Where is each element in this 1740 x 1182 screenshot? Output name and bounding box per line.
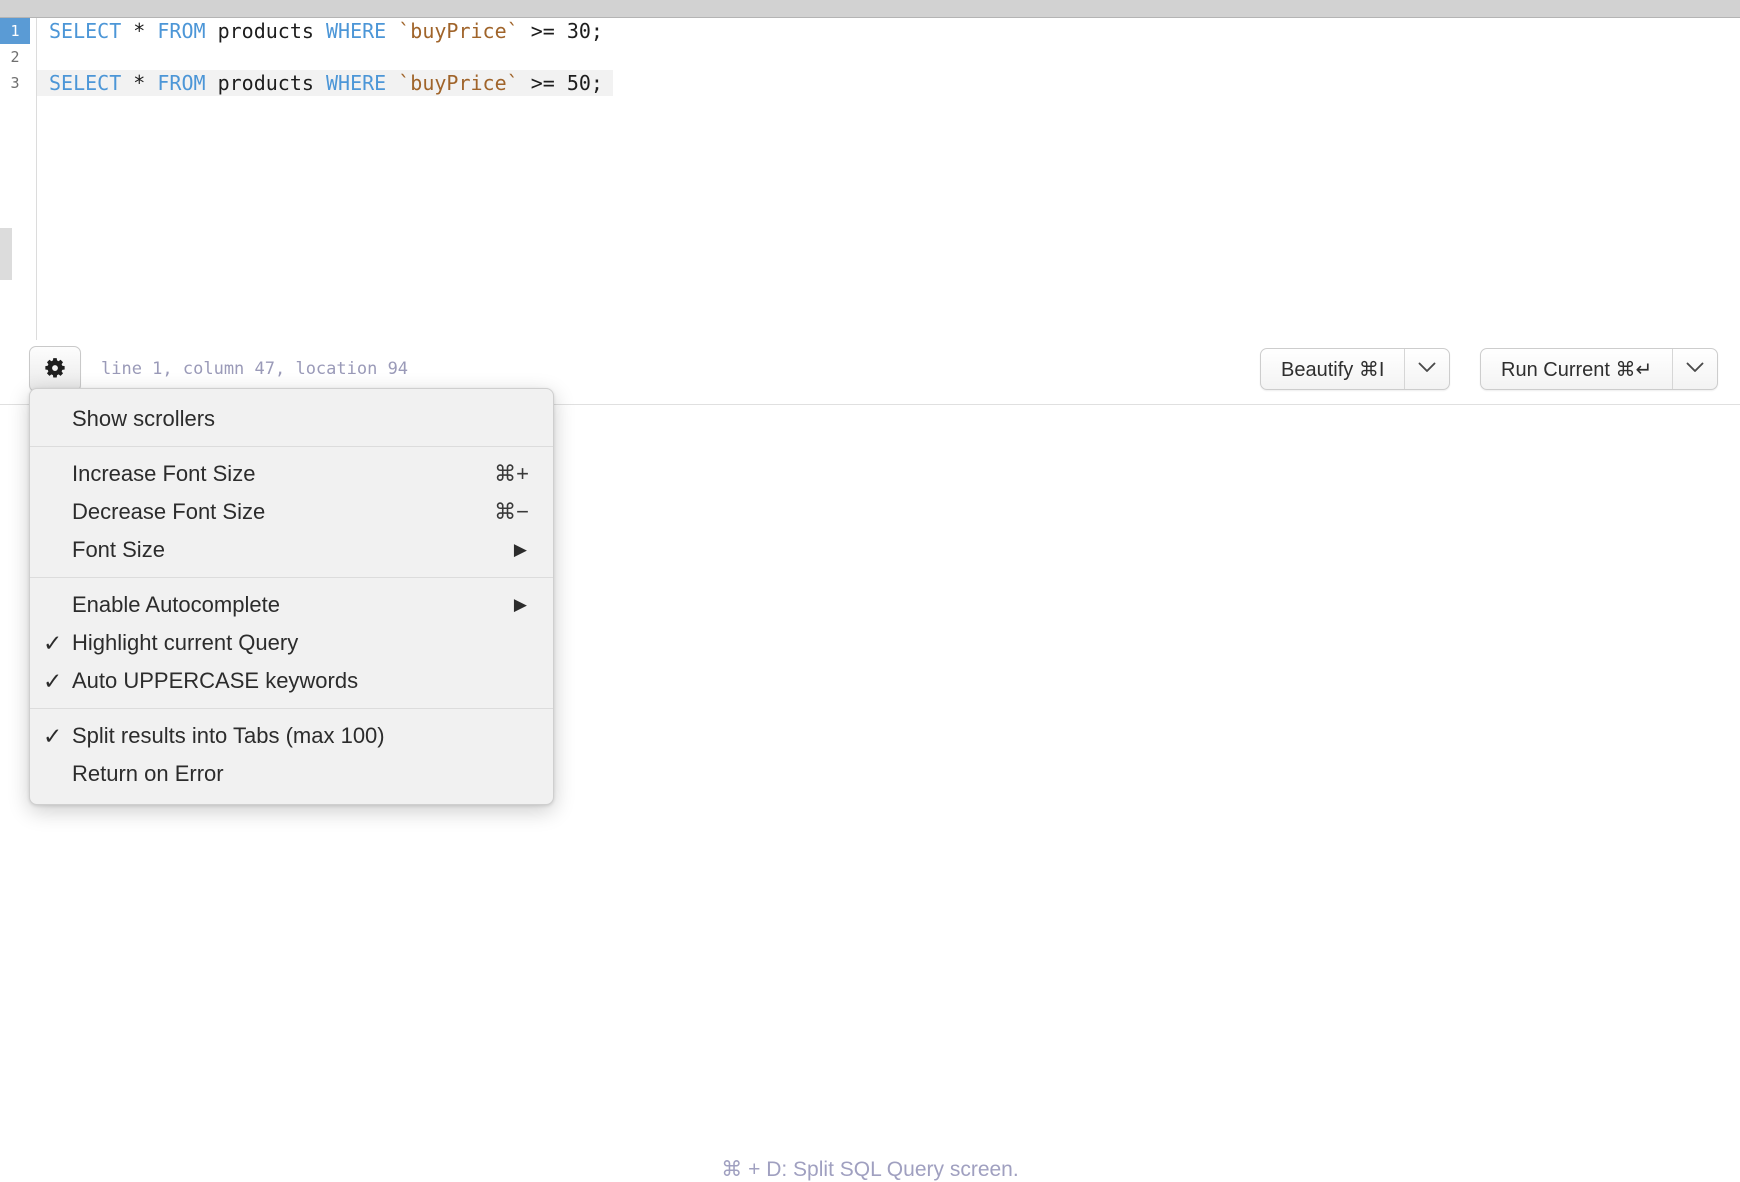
menu-group: ✓ Split results into Tabs (max 100) Return… [30, 714, 553, 796]
sql-token-num: 30; [566, 19, 603, 43]
split-screen-hint: ⌘ + D: Split SQL Query screen. [721, 1158, 1019, 1181]
checkmark-icon: ✓ [43, 630, 63, 656]
run-current-split-button[interactable]: Run Current ⌘↵ [1480, 348, 1719, 390]
menu-item-label: Font Size [72, 537, 165, 562]
menu-item-label: Show scrollers [72, 406, 216, 431]
sql-token-op: >= [518, 71, 567, 95]
line-number: 2 [10, 48, 20, 66]
sql-token-kw: SELECT [49, 19, 122, 43]
sql-token-op [121, 71, 133, 95]
settings-gear-button[interactable] [29, 346, 81, 392]
editor-split-handle[interactable] [0, 228, 12, 280]
menu-item-label: Decrease Font Size [72, 499, 266, 524]
gear-icon [42, 356, 68, 382]
sql-token-op: >= [518, 19, 567, 43]
line-number-gutter: 1 2 3 [0, 18, 37, 340]
code-line[interactable] [37, 44, 49, 70]
menu-item-label: Return on Error [72, 761, 224, 786]
menu-item[interactable]: Increase Font Size ⌘+ [30, 455, 553, 493]
sql-token-op [121, 19, 133, 43]
menu-item[interactable]: ✓ Highlight current Query [30, 624, 553, 662]
sql-token-num: 50; [566, 71, 603, 95]
menu-separator [30, 446, 553, 447]
menu-group: Enable Autocomplete ▶ ✓ Highlight current Q… [30, 583, 553, 703]
code-line[interactable]: SELECT * FROM products WHERE `buyPrice` … [37, 18, 603, 44]
chevron-down-icon [1418, 360, 1436, 378]
menu-item-shortcut: ⌘− [494, 499, 529, 524]
menu-item[interactable]: Font Size ▶ [30, 531, 553, 569]
checkmark-icon: ✓ [43, 723, 63, 749]
chevron-down-icon [1686, 360, 1704, 378]
sql-token-op: products [205, 19, 326, 43]
sql-token-kw: SELECT [49, 71, 122, 95]
sql-token-op [386, 71, 398, 95]
sql-token-kw: WHERE [325, 71, 387, 95]
sql-token-kw: WHERE [325, 19, 387, 43]
menu-item[interactable]: ✓ Auto UPPERCASE keywords [30, 662, 553, 700]
line-number: 1 [0, 18, 30, 44]
menu-item[interactable]: Decrease Font Size ⌘− [30, 493, 553, 531]
menu-item-label: Highlight current Query [72, 630, 299, 655]
run-current-button[interactable]: Run Current ⌘↵ [1481, 349, 1672, 389]
line-number: 3 [10, 74, 20, 92]
menu-item[interactable]: ✓ Split results into Tabs (max 100) [30, 717, 553, 755]
sql-token-op [386, 19, 398, 43]
beautify-split-button[interactable]: Beautify ⌘I [1260, 348, 1451, 390]
beautify-button[interactable]: Beautify ⌘I [1261, 349, 1404, 389]
sql-token-kw: FROM [157, 71, 206, 95]
code-line[interactable]: SELECT * FROM products WHERE `buyPrice` … [37, 70, 613, 96]
submenu-arrow-icon: ▶ [513, 540, 527, 559]
menu-separator [30, 577, 553, 578]
menu-group: Increase Font Size ⌘+ Decrease Font Size ⌘−… [30, 452, 553, 572]
menu-item[interactable]: Return on Error [30, 755, 553, 793]
menu-group: Show scrollers [30, 397, 553, 441]
menu-separator [30, 708, 553, 709]
code-lines[interactable]: SELECT * FROM products WHERE `buyPrice` … [37, 18, 1740, 340]
sql-token-ident: `buyPrice` [398, 71, 519, 95]
sql-token-ident: `buyPrice` [398, 19, 519, 43]
menu-item-label: Enable Autocomplete [72, 592, 280, 617]
sql-token-op: * [133, 71, 146, 95]
menu-item-shortcut: ⌘+ [494, 461, 529, 486]
sql-editor[interactable]: 1 2 3 SELECT * FROM products WHERE `buyPri… [0, 18, 1740, 358]
menu-item[interactable]: Show scrollers [30, 400, 553, 438]
menu-item-label: Split results into Tabs (max 100) [72, 723, 385, 748]
checkmark-icon: ✓ [43, 668, 63, 694]
menu-item-label: Auto UPPERCASE keywords [72, 668, 359, 693]
editor-settings-menu[interactable]: Show scrollers Increase Font Size ⌘+ Decrea… [29, 388, 554, 805]
cursor-position-status: line 1, column 47, location 94 [101, 359, 409, 379]
sql-token-op [145, 71, 157, 95]
window-title-bar [0, 0, 1740, 18]
sql-token-op: products [205, 71, 326, 95]
sql-token-op: * [133, 19, 146, 43]
run-dropdown-button[interactable] [1672, 349, 1717, 389]
menu-item[interactable]: Enable Autocomplete ▶ [30, 586, 553, 624]
menu-item-label: Increase Font Size [72, 461, 256, 486]
sql-token-kw: FROM [157, 19, 206, 43]
sql-token-op [145, 19, 157, 43]
submenu-arrow-icon: ▶ [513, 595, 527, 614]
beautify-dropdown-button[interactable] [1404, 349, 1449, 389]
